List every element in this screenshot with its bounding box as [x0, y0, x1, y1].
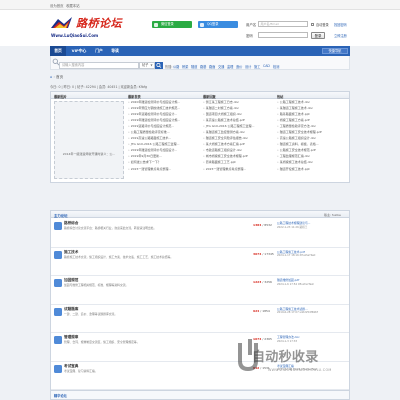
login-button[interactable]: 登录 — [311, 31, 325, 39]
site-logo-url: Www.LuQiaoSui.Com — [51, 33, 99, 38]
search-submit-icon — [156, 63, 162, 68]
wechat-login-button[interactable]: 微信登录 — [152, 21, 192, 28]
qq-icon — [200, 22, 204, 27]
forum-stats: 今日: 0 | 昨日: 0 | 帖子: 42294 | 会员: 40451 | … — [50, 85, 147, 89]
nav-portal[interactable]: 门户 — [92, 46, 106, 56]
hot-link[interactable]: 公路 — [173, 64, 179, 69]
wechat-icon — [154, 22, 158, 27]
password-input[interactable] — [258, 32, 308, 38]
hot-link[interactable]: 施工 — [254, 64, 260, 69]
watermark-text: 自动秒收录 — [252, 350, 319, 365]
next-section-header — [50, 390, 350, 400]
site-logo-text: 路桥论坛 — [76, 17, 122, 30]
username-label: 用户名 — [246, 23, 257, 27]
quick-nav-button[interactable]: 快捷导航 — [322, 48, 348, 54]
latest-posts-header — [51, 92, 349, 99]
hot-link[interactable]: 交通 — [218, 64, 224, 69]
forum-folder-icon — [54, 250, 62, 259]
latest-posts-list: • 2020年隧道检测评价与加固设计规... • 2019年预应力钢绞线施工技术… — [128, 100, 200, 173]
hot-threads-list: • 公路工程施工技术.doc • 某隧道工程施工技术.doc • 路基路面施工技… — [277, 100, 347, 173]
hot-link[interactable]: CAD — [263, 64, 270, 68]
forum-row[interactable]: 路桥综合 路桥综合讨论交流平台：路桥相关行业，欢迎来此交流，转载请注明出处。 1… — [51, 219, 349, 248]
forum-list-header — [51, 211, 349, 218]
forum-moderator: 版主: fuzike — [324, 212, 341, 217]
hot-link[interactable]: 设计 — [245, 64, 251, 69]
forgot-password-link[interactable]: 找回密码 — [334, 22, 347, 27]
forum-counts: 3074 / 17345 — [253, 251, 274, 256]
hot-link[interactable]: 造价 — [236, 64, 242, 69]
forum-name[interactable]: 试题题库 — [64, 307, 78, 312]
forum-description: 路桥施工技术交流，施工组织设计、施工方案、技术交底、施工工艺、施工技术总结等。 — [64, 254, 174, 259]
latest-image-slide[interactable] — [54, 101, 124, 179]
column-header-latest-posts: 最新发表 — [128, 94, 141, 99]
hot-link[interactable]: 隧道 — [191, 64, 197, 69]
forum-counts: 1223 / 3256 — [253, 280, 272, 284]
bookmark-link[interactable]: 收藏本站 — [66, 3, 80, 8]
column-header-latest-replies: 最新回复 — [203, 94, 216, 99]
list-item[interactable]: • 2015一建管理重点考点整理... — [203, 167, 275, 173]
set-home-link[interactable]: 设为首页 — [50, 3, 64, 8]
breadcrumb-home[interactable]: 首页 — [56, 75, 63, 79]
forum-folder-icon — [54, 336, 62, 344]
latest-image-caption[interactable]: 2014年一级建造师新开课时讲义：公... — [56, 152, 122, 156]
forum-folder-icon — [54, 222, 62, 230]
nav-guide[interactable]: 导读 — [108, 46, 122, 56]
forum-last-post[interactable]: 公路工程技术规程建议与... 2022-1-23 11:26 路桥王 — [277, 221, 347, 229]
forum-description: 一建、二建、造价、监理等试题题库交流。 — [64, 311, 118, 316]
forum-folder-icon — [54, 279, 62, 287]
hot-link[interactable]: 路基 — [200, 64, 206, 69]
password-label: 密码 — [246, 34, 253, 38]
breadcrumb: ⌂ › 首页 — [50, 75, 64, 79]
column-header-latest-images: 最新图片 — [54, 94, 67, 99]
qq-login-button[interactable]: QQ登录 — [198, 21, 238, 28]
column-header-hot-threads: 热帖 — [277, 94, 284, 99]
list-item[interactable]: • 2015一建管理重点考点整理... — [128, 167, 200, 173]
hot-search-label: 热搜: — [165, 65, 173, 69]
hot-link[interactable]: 路面 — [209, 64, 215, 69]
auto-login-checkbox[interactable] — [311, 22, 314, 26]
watermark-url: WWW.ZIDONGMIAOSHOULU.COM — [268, 368, 332, 372]
forum-counts: 1384 / 8532 — [253, 223, 272, 227]
register-link[interactable]: 立即注册 — [334, 33, 347, 38]
auto-login-label: 自动登录 — [316, 23, 329, 27]
chevron-down-icon: ▼ — [150, 64, 153, 67]
forum-section-title[interactable]: 主力论坛 — [54, 213, 68, 218]
search-input[interactable]: 请输入搜索内容 — [59, 62, 139, 69]
hot-link[interactable]: 检测 — [273, 64, 279, 69]
next-section-title[interactable]: 精华论坛 — [54, 393, 67, 398]
forum-description: 考试宝典、复习资料汇编。 — [64, 368, 98, 373]
forum-name[interactable]: 考试宝典 — [64, 364, 78, 369]
top-utility-bar: 设为首页 收藏本站 — [0, 0, 400, 10]
search-button[interactable] — [155, 62, 163, 69]
search-type-select[interactable]: 帖子 ▼ — [139, 62, 155, 69]
main-nav: 首页 VIP中心 门户 导读 快捷导航 — [50, 46, 350, 56]
nav-vip[interactable]: VIP中心 — [68, 46, 90, 56]
forum-counts: 924 / 1854 — [253, 308, 270, 313]
forum-folder-icon — [54, 307, 62, 316]
nav-home[interactable]: 首页 — [50, 46, 66, 56]
latest-replies-list: • 浙江某工程施工日志.doc • 某隧道二衬施工方案.doc • 国道项目大桥… — [203, 100, 275, 173]
logo-flag-icon — [51, 17, 72, 28]
forum-last-post[interactable]: 公路工程施工技术试题... 2019-6-28 17:07 sdd2254f696… — [277, 307, 347, 315]
hot-link[interactable]: 监理 — [227, 64, 233, 69]
forum-description: 路桥综合讨论交流平台：路桥相关行业，欢迎来此交流，转载请注明出处。 — [64, 226, 157, 230]
forum-row[interactable]: 施工技术 路桥施工技术交流，施工组织设计、施工方案、技术交底、施工工艺、施工技术… — [51, 248, 349, 276]
home-icon[interactable]: ⌂ — [50, 75, 52, 79]
forum-name[interactable]: 施工技术 — [64, 250, 78, 255]
forum-folder-icon — [54, 364, 62, 373]
list-item[interactable]: • 隧道开挖施工技术.ppt — [277, 167, 347, 173]
forum-last-post[interactable]: 隧道维修加固.pdf 2024-1-6 17:54 Xfiuzhe!Test — [277, 278, 347, 286]
hot-link[interactable]: 桥梁 — [182, 64, 188, 69]
username-input[interactable]: 用户名/Email — [258, 21, 308, 27]
forum-row[interactable]: 加固规范 加固与维修工程相关规范、标准、规程等资料交流。 1223 / 3256… — [51, 276, 349, 305]
forum-last-post[interactable]: 公路工程施工技术.pdf 2024-1-17 18:16 Xfiuzhe!Test — [277, 250, 347, 258]
forum-description: 加固与维修工程相关规范、标准、规程等资料交流。 — [64, 283, 129, 287]
forum-description: 管理、合同、规章制度交流区，施工组织、安全管理规定等。 — [64, 340, 140, 344]
